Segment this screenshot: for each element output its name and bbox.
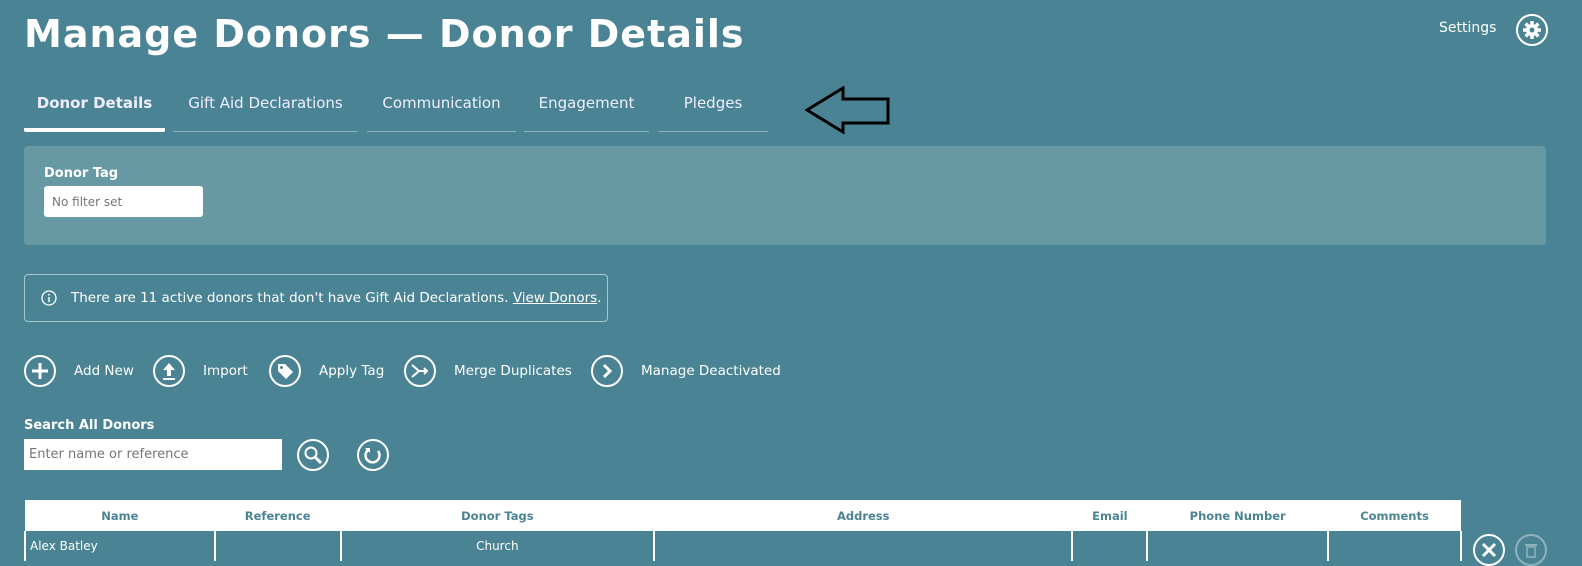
merge-duplicates-label: Merge Duplicates: [454, 363, 572, 379]
add-new-button[interactable]: Add New: [24, 355, 134, 387]
col-email[interactable]: Email: [1072, 500, 1148, 531]
add-new-label: Add New: [74, 363, 134, 379]
cell-email: [1071, 531, 1149, 561]
manage-deactivated-button[interactable]: Manage Deactivated: [591, 355, 781, 387]
import-button[interactable]: Import: [153, 355, 248, 387]
search-button[interactable]: [297, 439, 329, 471]
tab-pledges[interactable]: Pledges: [658, 94, 768, 132]
view-donors-link[interactable]: View Donors: [513, 290, 597, 306]
col-donor-tags[interactable]: Donor Tags: [340, 500, 655, 531]
cell-phone: [1146, 531, 1330, 561]
tab-gift-aid-declarations[interactable]: Gift Aid Declarations: [173, 94, 358, 132]
reset-button[interactable]: [357, 439, 389, 471]
chevron-right-icon: [591, 355, 623, 387]
info-icon: [41, 290, 57, 306]
cell-name: Alex Batley: [24, 531, 216, 561]
search-input[interactable]: [24, 439, 282, 470]
arrow-left-icon: [805, 86, 890, 135]
manage-deactivated-label: Manage Deactivated: [641, 363, 781, 379]
col-comments[interactable]: Comments: [1328, 500, 1461, 531]
apply-tag-button[interactable]: Apply Tag: [269, 355, 384, 387]
upload-icon: [153, 355, 185, 387]
import-label: Import: [203, 363, 248, 379]
gift-aid-notice: There are 11 active donors that don't ha…: [24, 274, 608, 322]
gear-icon: [1523, 21, 1541, 39]
donor-tag-filter[interactable]: [44, 186, 203, 217]
plus-icon: [24, 355, 56, 387]
page-title: Manage Donors — Donor Details: [24, 12, 745, 56]
refresh-icon: [364, 448, 381, 464]
cell-address: [653, 531, 1074, 561]
donors-table: Name Reference Donor Tags Address Email …: [24, 500, 1462, 561]
deactivate-button[interactable]: [1473, 534, 1505, 566]
tab-donor-details[interactable]: Donor Details: [24, 94, 165, 132]
col-phone[interactable]: Phone Number: [1147, 500, 1329, 531]
cell-reference: [213, 531, 342, 561]
table-row[interactable]: Alex Batley Church: [24, 531, 1462, 561]
settings-button[interactable]: [1516, 14, 1548, 46]
close-icon: [1481, 542, 1497, 558]
search-label: Search All Donors: [24, 418, 155, 433]
settings-link[interactable]: Settings: [1439, 20, 1496, 36]
donor-tag-label: Donor Tag: [44, 166, 119, 181]
notice-text: There are 11 active donors that don't ha…: [71, 290, 509, 306]
search-icon: [304, 446, 323, 465]
tab-engagement[interactable]: Engagement: [524, 94, 649, 132]
delete-button[interactable]: [1515, 534, 1547, 566]
col-address[interactable]: Address: [654, 500, 1073, 531]
filter-panel: Donor Tag: [24, 146, 1546, 245]
notice-suffix: .: [597, 290, 602, 306]
apply-tag-label: Apply Tag: [319, 363, 385, 379]
merge-duplicates-button[interactable]: Merge Duplicates: [404, 355, 572, 387]
col-reference[interactable]: Reference: [214, 500, 341, 531]
table-header: Name Reference Donor Tags Address Email …: [25, 500, 1461, 531]
trash-icon: [1525, 544, 1537, 558]
col-name[interactable]: Name: [25, 500, 215, 531]
tag-icon: [269, 355, 301, 387]
merge-icon: [404, 355, 436, 387]
tab-communication[interactable]: Communication: [367, 94, 516, 132]
cell-comments: [1327, 531, 1462, 561]
cell-tags: Church: [339, 531, 656, 561]
